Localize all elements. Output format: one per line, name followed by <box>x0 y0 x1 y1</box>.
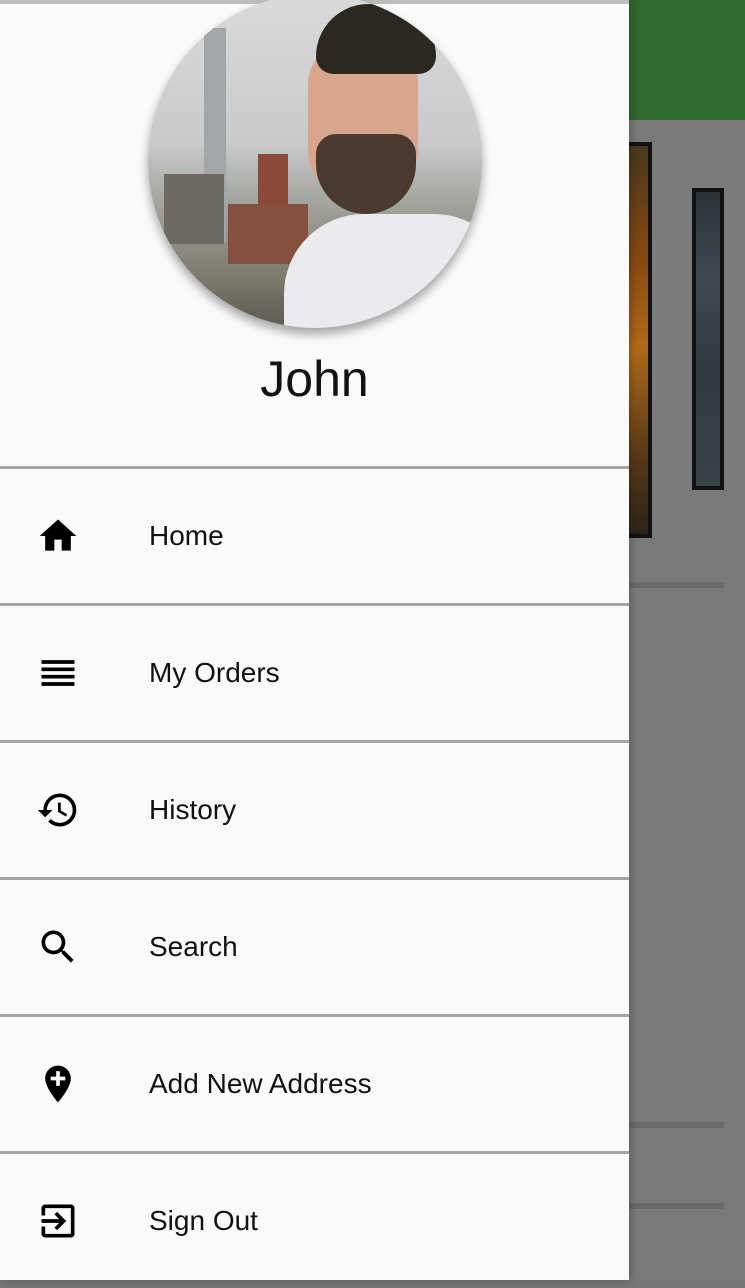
avatar[interactable] <box>148 0 482 328</box>
background-card <box>692 188 724 490</box>
background-card-image <box>696 192 720 486</box>
user-name: John <box>260 351 369 407</box>
drawer-menu: Home My Orders History Search Add New Ad <box>0 466 629 1288</box>
menu-item-search[interactable]: Search <box>0 877 629 1014</box>
menu-item-history[interactable]: History <box>0 740 629 877</box>
avatar-photo-building <box>164 174 224 244</box>
background-divider <box>629 1203 724 1209</box>
menu-item-home[interactable]: Home <box>0 466 629 603</box>
search-icon <box>36 925 80 969</box>
menu-item-label: Search <box>149 931 238 962</box>
navigation-drawer: John Home My Orders History Search Add N… <box>0 0 629 1280</box>
menu-item-label: Sign Out <box>149 1205 258 1236</box>
sign-out-icon <box>36 1199 80 1243</box>
background-divider <box>629 582 724 588</box>
menu-item-my-orders[interactable]: My Orders <box>0 603 629 740</box>
menu-item-label: History <box>149 794 237 825</box>
avatar-photo-hair <box>316 4 436 74</box>
background-divider <box>629 1122 724 1128</box>
menu-item-label: My Orders <box>149 657 280 688</box>
home-icon <box>36 514 80 558</box>
avatar-photo-beard <box>316 134 416 214</box>
add-location-icon <box>36 1062 80 1106</box>
menu-item-sign-out[interactable]: Sign Out <box>0 1151 629 1288</box>
menu-item-add-new-address[interactable]: Add New Address <box>0 1014 629 1151</box>
drawer-header: John <box>0 0 629 466</box>
avatar-photo-shirt <box>284 214 482 328</box>
list-icon <box>36 651 80 695</box>
history-icon <box>36 788 80 832</box>
menu-item-label: Add New Address <box>149 1068 372 1099</box>
menu-item-label: Home <box>149 520 224 551</box>
